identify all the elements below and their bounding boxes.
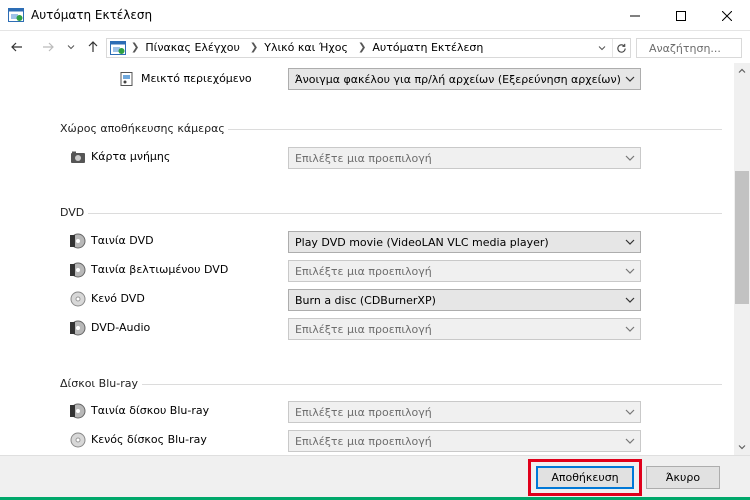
forward-button[interactable] — [38, 37, 58, 57]
select-value: Burn a disc (CDBurnerXP) — [295, 294, 436, 307]
memory-card-icon — [71, 151, 85, 163]
chevron-right-icon: ❯ — [357, 42, 367, 53]
refresh-icon — [617, 43, 626, 53]
chevron-right-icon: ❯ — [131, 42, 140, 53]
search-placeholder: Αναζήτηση... — [649, 42, 721, 55]
autoplay-settings-list: Μεικτό περιεχόμενο Άνοιγμα φακέλου για π… — [0, 63, 734, 455]
mixed-content-select[interactable]: Άνοιγμα φακέλου για πρ/λή αρχείων (Εξερε… — [288, 68, 641, 90]
dvd-movie-icon — [70, 403, 86, 419]
chevron-down-icon — [738, 445, 746, 450]
breadcrumb: ❯ Πίνακας Ελέγχου ❯ Υλικό και Ήχος ❯ Αυτ… — [131, 41, 493, 54]
address-dropdown-button[interactable] — [592, 39, 612, 57]
select-dvd-audio[interactable]: Επιλέξτε μια προεπιλογή — [288, 318, 641, 340]
section-divider — [88, 213, 722, 214]
autoplay-app-icon — [110, 41, 126, 55]
window-title: Αυτόματη Εκτέλεση — [31, 8, 153, 22]
save-button[interactable]: Αποθήκευση — [536, 466, 634, 489]
select-blank-dvd[interactable]: Burn a disc (CDBurnerXP) — [288, 289, 641, 311]
breadcrumb-hardware-sound[interactable]: Υλικό και Ήχος — [264, 41, 348, 54]
select-blu-ray-movie[interactable]: Επιλέξτε μια προεπιλογή — [288, 401, 641, 423]
scroll-down-button[interactable] — [734, 439, 750, 455]
dvd-movie-icon — [70, 262, 86, 278]
row-label-blank-dvd: Κενό DVD — [91, 292, 145, 305]
select-dvd-movie[interactable]: Play DVD movie (VideoLAN VLC media playe… — [288, 231, 641, 253]
select-memory-card[interactable]: Επιλέξτε μια προεπιλογή — [288, 147, 641, 169]
autoplay-app-icon — [8, 8, 24, 22]
blank-disc-icon — [70, 432, 86, 448]
search-input[interactable]: Αναζήτηση... — [636, 38, 742, 58]
blank-disc-icon — [70, 291, 86, 307]
scroll-up-button[interactable] — [734, 63, 750, 79]
select-blank-blu-ray[interactable]: Επιλέξτε μια προεπιλογή — [288, 430, 641, 452]
minimize-button[interactable] — [612, 0, 658, 31]
row-label-blank-blu-ray: Κενός δίσκος Blu-ray — [91, 433, 207, 446]
row-label-dvd-movie: Ταινία DVD — [91, 234, 154, 247]
minimize-icon — [630, 15, 640, 16]
chevron-down-icon — [598, 46, 606, 51]
select-value: Επιλέξτε μια προεπιλογή — [295, 265, 432, 278]
breadcrumb-control-panel[interactable]: Πίνακας Ελέγχου — [145, 41, 239, 54]
cancel-button[interactable]: Άκυρο — [646, 466, 720, 489]
refresh-button[interactable] — [612, 39, 630, 57]
chevron-down-icon — [625, 326, 635, 332]
breadcrumb-autoplay[interactable]: Αυτόματη Εκτέλεση — [372, 41, 483, 54]
address-bar[interactable]: ❯ Πίνακας Ελέγχου ❯ Υλικό και Ήχος ❯ Αυτ… — [106, 38, 631, 58]
select-value: Play DVD movie (VideoLAN VLC media playe… — [295, 236, 549, 249]
maximize-button[interactable] — [658, 0, 704, 31]
row-label-dvd-audio: DVD-Audio — [91, 321, 151, 334]
row-label-memory-card: Κάρτα μνήμης — [91, 150, 171, 163]
arrow-left-icon — [11, 42, 22, 52]
row-label-blu-ray-movie: Ταινία δίσκου Blu-ray — [91, 404, 210, 417]
vertical-scrollbar[interactable] — [734, 63, 750, 455]
select-value: Επιλέξτε μια προεπιλογή — [295, 152, 432, 165]
section-heading-blu-ray: Δίσκοι Blu-ray — [60, 377, 138, 390]
arrow-up-icon — [88, 41, 98, 52]
section-heading-camera-storage: Χώρος αποθήκευσης κάμερας — [60, 122, 225, 135]
select-enhanced-dvd-movie[interactable]: Επιλέξτε μια προεπιλογή — [288, 260, 641, 282]
close-button[interactable] — [704, 0, 750, 31]
chevron-up-icon — [738, 68, 746, 73]
chevron-down-icon — [625, 76, 635, 82]
select-value: Επιλέξτε μια προεπιλογή — [295, 435, 432, 448]
select-value: Επιλέξτε μια προεπιλογή — [295, 406, 432, 419]
mixed-content-icon — [120, 72, 133, 86]
select-value: Επιλέξτε μια προεπιλογή — [295, 323, 432, 336]
chevron-right-icon: ❯ — [249, 42, 259, 53]
section-heading-dvd: DVD — [60, 206, 85, 219]
dvd-movie-icon — [70, 320, 86, 336]
title-bar: Αυτόματη Εκτέλεση — [0, 0, 750, 31]
arrow-right-icon — [43, 42, 54, 52]
back-button[interactable] — [7, 37, 27, 57]
maximize-icon — [676, 10, 686, 21]
chevron-down-icon — [625, 438, 635, 444]
up-button[interactable] — [83, 37, 103, 57]
section-divider — [142, 384, 722, 385]
chevron-down-icon — [625, 239, 635, 245]
row-label-enhanced-dvd-movie: Ταινία βελτιωμένου DVD — [91, 263, 229, 276]
dvd-movie-icon — [70, 233, 86, 249]
close-icon — [722, 10, 732, 21]
chevron-down-icon — [625, 155, 635, 161]
section-divider — [228, 129, 722, 130]
mixed-content-value: Άνοιγμα φακέλου για πρ/λή αρχείων (Εξερε… — [295, 73, 621, 86]
chevron-down-icon — [67, 45, 75, 50]
recent-locations-button[interactable] — [61, 37, 81, 57]
mixed-content-label: Μεικτό περιεχόμενο — [141, 72, 252, 85]
chevron-down-icon — [625, 297, 635, 303]
chevron-down-icon — [625, 268, 635, 274]
scrollbar-thumb[interactable] — [735, 171, 749, 304]
chevron-down-icon — [625, 409, 635, 415]
